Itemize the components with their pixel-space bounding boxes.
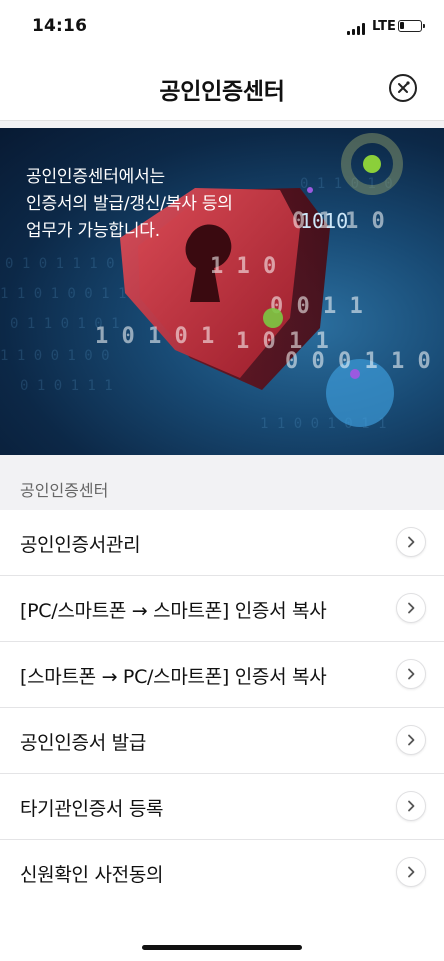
close-icon [398,81,410,93]
page-title: 공인인증센터 [159,79,285,105]
menu-item-identity-consent[interactable]: 신원확인 사전동의 [0,840,444,906]
signal-icon [347,23,369,35]
bottom-safe-area [0,900,444,961]
chevron-right-icon[interactable] [396,527,426,557]
section-header: 공인인증센터 [0,462,444,510]
menu-item-label: [PC/스마트폰 → 스마트폰] 인증서 복사 [20,600,327,622]
menu-item-copy-to-smartphone[interactable]: [PC/스마트폰 → 스마트폰] 인증서 복사 [0,576,444,642]
menu-item-cert-management[interactable]: 공인인증서관리 [0,510,444,576]
home-indicator[interactable] [142,945,302,950]
chevron-right-icon[interactable] [396,857,426,887]
menu-item-label: 타기관인증서 등록 [20,798,164,820]
binary-text-1: 1010 [300,209,348,233]
menu-item-label: 신원확인 사전동의 [20,864,164,886]
menu-item-copy-to-pc[interactable]: [스마트폰 → PC/스마트폰] 인증서 복사 [0,642,444,708]
chevron-right-icon[interactable] [396,659,426,689]
svg-text:0 0 1 1: 0 0 1 1 [270,294,363,319]
network-type: LTE [372,19,396,34]
banner-line-3: 업무가 가능합니다. [26,221,160,241]
svg-text:0 0 0 1 1 0 0: 0 0 0 1 1 0 0 [285,349,444,374]
chevron-right-icon[interactable] [396,593,426,623]
svg-text:1 1 0 1 0 0 1 1: 1 1 0 1 0 0 1 1 [0,286,126,302]
security-banner: 0 1 0 1 1 1 0 1 1 0 1 0 0 1 1 0 1 1 0 1 … [0,128,444,455]
menu-item-external-cert-register[interactable]: 타기관인증서 등록 [0,774,444,840]
svg-text:0 1 0 1 1 1 0: 0 1 0 1 1 1 0 [5,256,115,272]
svg-text:1 1 0 0 1 0 0: 1 1 0 0 1 0 0 [0,348,110,364]
banner-line-1: 공인인증센터에서는 [26,167,165,187]
banner-line-2: 인증서의 발급/갱신/복사 등의 [26,194,233,214]
close-button[interactable] [389,74,417,102]
banner-message: 공인인증센터에서는 인증서의 발급/갱신/복사 등의 업무가 가능합니다. [26,164,233,245]
battery-icon [398,20,425,32]
status-bar: 14:16 LTE [0,0,444,54]
menu-item-label: 공인인증서관리 [20,534,141,556]
chevron-right-icon[interactable] [396,791,426,821]
svg-text:1 1 0: 1 1 0 [210,254,276,279]
navigation-bar: 공인인증센터 [0,54,444,121]
status-time: 14:16 [32,16,88,36]
menu-item-label: [스마트폰 → PC/스마트폰] 인증서 복사 [20,666,327,688]
svg-text:0 1 0 1 1 1: 0 1 0 1 1 1 [20,378,113,394]
chevron-right-icon[interactable] [396,725,426,755]
svg-text:1 0 1 0 1: 1 0 1 0 1 [95,324,214,349]
battery-level [400,22,404,29]
menu-item-label: 공인인증서 발급 [20,732,147,754]
section-title: 공인인증센터 [20,481,109,500]
menu-list: 공인인증서관리 [PC/스마트폰 → 스마트폰] 인증서 복사 [스마트폰 → … [0,510,444,906]
menu-item-cert-issue[interactable]: 공인인증서 발급 [0,708,444,774]
